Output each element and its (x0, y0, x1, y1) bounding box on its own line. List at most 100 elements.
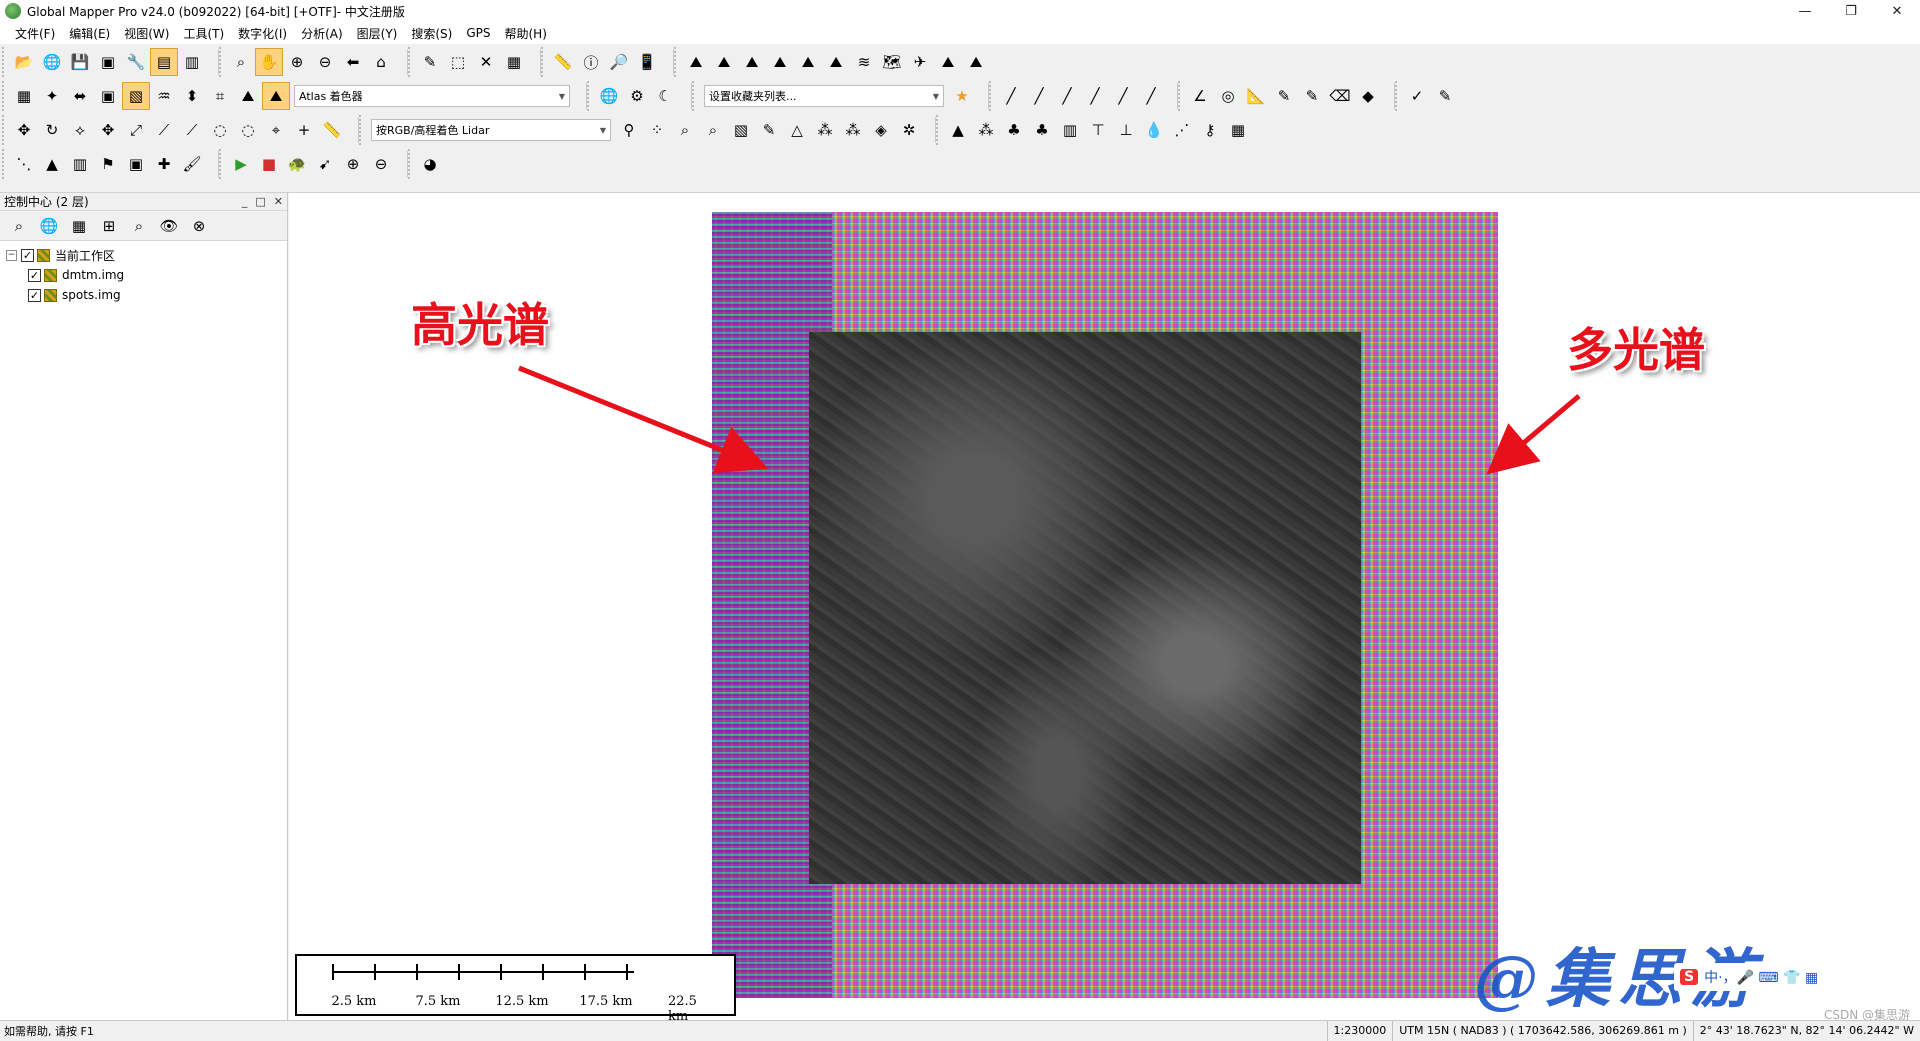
city-icon[interactable]: ▥ (66, 150, 94, 178)
check-icon[interactable]: ✓ (1403, 82, 1431, 110)
profile-icon[interactable]: ⛰ (934, 48, 962, 76)
edit-line-icon[interactable]: ✎ (1270, 82, 1298, 110)
edit-points-icon[interactable]: ✎ (755, 116, 783, 144)
snap-icon[interactable]: ⌖ (262, 116, 290, 144)
line-tool-3-icon[interactable]: ╱ (1053, 82, 1081, 110)
classify-icon[interactable]: ▦ (1224, 116, 1252, 144)
minimize-button[interactable]: — (1782, 0, 1828, 22)
pie-chart-icon[interactable]: ◕ (416, 150, 444, 178)
layer-remove-icon[interactable]: ⊗ (184, 212, 214, 240)
menu-tools[interactable]: 工具(T) (176, 25, 231, 42)
viewshed-icon[interactable]: ⛰ (962, 48, 990, 76)
pin-icon[interactable]: ⚑ (94, 150, 122, 178)
lidar-search-2-icon[interactable]: ⌕ (699, 116, 727, 144)
web-globe-icon[interactable]: 🌐 (595, 82, 623, 110)
info-icon[interactable]: ⓘ (577, 48, 605, 76)
menu-edit[interactable]: 编辑(E) (62, 25, 117, 42)
map-pin-icon[interactable]: ▣ (122, 150, 150, 178)
dots-line-icon[interactable]: ⋱ (10, 150, 38, 178)
back-arrow-icon[interactable]: ⬅ (339, 48, 367, 76)
menu-search[interactable]: 搜索(S) (404, 25, 459, 42)
workspace-icon[interactable]: ▣ (94, 48, 122, 76)
rotate-icon[interactable]: ↻ (38, 116, 66, 144)
puzzle-icon[interactable]: ✚ (150, 150, 178, 178)
3d-view-icon[interactable]: ▣ (94, 82, 122, 110)
tree-root[interactable]: − ✓ 当前工作区 (6, 245, 281, 265)
move-vertex-icon[interactable]: ✥ (94, 116, 122, 144)
save-icon[interactable]: 💾 (66, 48, 94, 76)
line-tool-1-icon[interactable]: ╱ (997, 82, 1025, 110)
edit-toggle-icon[interactable]: ✎ (1431, 82, 1459, 110)
layer-item-dmtm[interactable]: ✓ dmtm.img (6, 265, 281, 285)
grass-icon[interactable]: ⁂ (972, 116, 1000, 144)
layout-icon[interactable]: ▦ (10, 82, 38, 110)
menu-view[interactable]: 视图(W) (117, 25, 176, 42)
layer-globe-icon[interactable]: 🌐 (34, 212, 64, 240)
line-tool-4-icon[interactable]: ╱ (1081, 82, 1109, 110)
points-icon[interactable]: ⁘ (643, 116, 671, 144)
elevation-icon[interactable]: ⬍ (178, 82, 206, 110)
layer-visibility-icon[interactable]: 👁 (154, 212, 184, 240)
building-icon[interactable]: ▥ (1056, 116, 1084, 144)
path-1-icon[interactable]: ⟋ (150, 116, 178, 144)
scale-icon[interactable]: ⤢ (122, 116, 150, 144)
line-tool-6-icon[interactable]: ╱ (1137, 82, 1165, 110)
overview-icon[interactable]: ▥ (178, 48, 206, 76)
map-view[interactable]: 高光谱 多光谱 2.5 km 7.5 km 12.5 km 17.5 km 22… (289, 193, 1920, 1020)
terrain-6-icon[interactable]: ⛰ (822, 48, 850, 76)
shapes-icon[interactable]: ◆ (1354, 82, 1382, 110)
layer-search-icon[interactable]: ⌕ (124, 212, 154, 240)
pencil-icon[interactable]: ✎ (416, 48, 444, 76)
tree-2-icon[interactable]: ♣ (1028, 116, 1056, 144)
vertex-edit-icon[interactable]: ⟡ (66, 116, 94, 144)
shader-toggle-icon[interactable]: ▧ (122, 82, 150, 110)
layer-checkbox[interactable]: ✓ (28, 268, 41, 282)
delete-x-icon[interactable]: ✕ (472, 48, 500, 76)
terrain-2-icon[interactable]: ⛰ (710, 48, 738, 76)
tower-icon[interactable]: ⊥ (1112, 116, 1140, 144)
terrain-4-icon[interactable]: ⛰ (766, 48, 794, 76)
feature-info-icon[interactable]: ▦ (500, 48, 528, 76)
layer-zoom-icon[interactable]: ⌕ (4, 212, 34, 240)
network-icon[interactable]: ✲ (895, 116, 923, 144)
moon-icon[interactable]: ☾ (651, 82, 679, 110)
menu-help[interactable]: 帮助(H) (498, 25, 554, 42)
layer-add-icon[interactable]: ⊞ (94, 212, 124, 240)
turtle-icon[interactable]: 🐢 (283, 150, 311, 178)
restore-button[interactable]: ❐ (1828, 0, 1874, 22)
layers-icon[interactable]: ◈ (867, 116, 895, 144)
edit-vertex-icon[interactable]: ✎ (1298, 82, 1326, 110)
terrain-5-icon[interactable]: ⛰ (794, 48, 822, 76)
config-wrench-icon[interactable]: 🔧 (122, 48, 150, 76)
open-folder-icon[interactable]: 📂 (10, 48, 38, 76)
star-icon[interactable]: ★ (948, 82, 976, 110)
atlas-shader-icon[interactable]: ⛰ (262, 82, 290, 110)
search-map-icon[interactable]: 🔎 (605, 48, 633, 76)
panel-float-icon[interactable]: □ (255, 195, 265, 208)
panel-minimize-icon[interactable]: _ (242, 195, 248, 208)
terrain-3-icon[interactable]: ⛰ (738, 48, 766, 76)
cluster-2-icon[interactable]: ⁂ (839, 116, 867, 144)
select-rect-icon[interactable]: ⬚ (444, 48, 472, 76)
pole-icon[interactable]: ⊤ (1084, 116, 1112, 144)
panel-close-icon[interactable]: ✕ (274, 195, 283, 208)
magic-wand-icon[interactable]: ✦ (38, 82, 66, 110)
menu-analysis[interactable]: 分析(A) (294, 25, 350, 42)
grid-icon[interactable]: ⌗ (206, 82, 234, 110)
shader-select[interactable]: Atlas 着色器 ▼ (294, 85, 570, 107)
menu-file[interactable]: 文件(F) (8, 25, 62, 42)
lasso-icon[interactable]: ◌ (206, 116, 234, 144)
tree-icon[interactable]: ♣ (1000, 116, 1028, 144)
layer-checkbox[interactable]: ✓ (28, 288, 41, 302)
stop-icon[interactable]: ■ (255, 150, 283, 178)
filter-icon[interactable]: ⚲ (615, 116, 643, 144)
key-icon[interactable]: ⚷ (1196, 116, 1224, 144)
target-icon[interactable]: ◎ (1214, 82, 1242, 110)
water-drop-icon[interactable]: 💧 (1140, 116, 1168, 144)
angle-icon[interactable]: ∠ (1186, 82, 1214, 110)
pan-hand-icon[interactable]: ✋ (255, 48, 283, 76)
triangle-icon[interactable]: △ (783, 116, 811, 144)
eraser-icon[interactable]: ⌫ (1326, 82, 1354, 110)
path-2-icon[interactable]: ⟋ (178, 116, 206, 144)
menu-digitize[interactable]: 数字化(I) (231, 25, 294, 42)
